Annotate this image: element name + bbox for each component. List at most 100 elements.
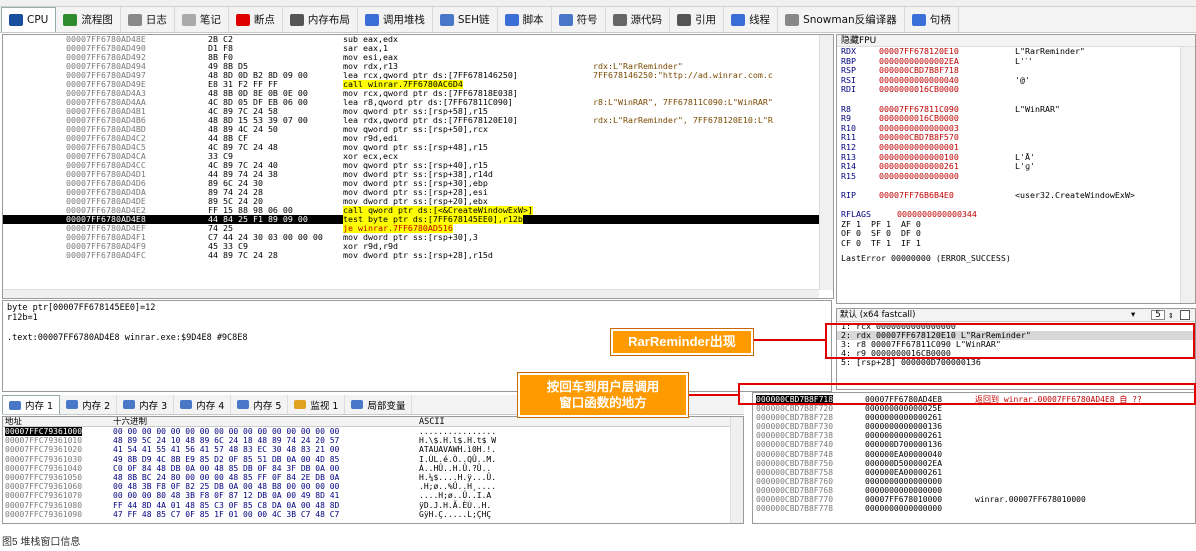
- flags-row[interactable]: CF 0 TF 1 IF 1: [837, 238, 1195, 249]
- stack-row[interactable]: 000000CBD7B8F748 000000EA00000040: [753, 450, 1195, 459]
- dump-a: 00007FFC79361060: [5, 482, 83, 492]
- stack-row[interactable]: 000000CBD7B8F778 0000000000000000: [753, 504, 1195, 513]
- tab-2[interactable]: 日志: [121, 7, 175, 32]
- tab-5[interactable]: 内存布局: [283, 7, 358, 32]
- stack-row[interactable]: 000000CBD7B8F768 0000000000000000: [753, 486, 1195, 495]
- dump-row[interactable]: 00007FFC79361060 00 48 3B F8 0F 82 25 DB …: [3, 482, 743, 491]
- dump-row[interactable]: 00007FFC79361000 00 00 00 00 00 00 00 00 …: [3, 427, 743, 437]
- register-c: <user32.CreateWindowExW>: [1015, 189, 1135, 200]
- dump-a: 00007FFC79361070: [5, 491, 83, 501]
- registers-pane[interactable]: 隐藏FPU RDX 00007FF678120E10 L"RarReminder" R…: [836, 34, 1196, 304]
- stack-pane[interactable]: 000000CBD7B8F718 00007FF6780AD4E8 返回到 winr…: [752, 392, 1196, 524]
- register-row[interactable]: RIP 00007FF76B6B4E0 <user32.CreateWindowEx…: [837, 189, 1195, 201]
- stack-row[interactable]: 000000CBD7B8F730 0000000000000136: [753, 422, 1195, 431]
- dump-tab-2[interactable]: 内存 3: [117, 395, 175, 414]
- stack-a: 000000CBD7B8F760: [756, 476, 834, 486]
- dump-tab-5[interactable]: 监视 1: [288, 395, 346, 414]
- disasm-bytes: 44 89 7C 24 28: [208, 250, 278, 260]
- stack-a: 000000CBD7B8F738: [756, 431, 834, 441]
- tab-label: Snowman反编译器: [803, 14, 897, 26]
- stack-row[interactable]: 000000CBD7B8F740 000000D700000136: [753, 440, 1195, 449]
- dump-row[interactable]: 00007FFC79361030 49 8B D9 4C 8B E9 85 D2 …: [3, 455, 743, 464]
- tab-9[interactable]: 符号: [552, 7, 606, 32]
- dump-scrollbar[interactable]: [730, 417, 743, 523]
- stack-row[interactable]: 000000CBD7B8F720 000000000000025E: [753, 404, 1195, 413]
- locals-icon: [351, 400, 364, 409]
- tab-13[interactable]: Snowman反编译器: [778, 7, 905, 32]
- tab-4[interactable]: 断点: [229, 7, 283, 32]
- arg-count-field[interactable]: 5: [1151, 310, 1165, 320]
- dump-tab-0[interactable]: 内存 1: [2, 395, 61, 414]
- dump-row[interactable]: 00007FFC79361090 47 FF 48 85 C7 0F 85 1F …: [3, 510, 743, 519]
- last-error: LastError 00000000 (ERROR_SUCCESS): [841, 253, 1011, 264]
- dump-h: 47 FF 48 85 C7 0F 85 1F 01 00 00 4C 3B C…: [113, 509, 340, 519]
- tab-12[interactable]: 线程: [724, 7, 779, 32]
- dump-row[interactable]: 00007FFC79361020 41 54 41 55 41 56 41 57 …: [3, 445, 743, 454]
- stack-row[interactable]: 000000CBD7B8F758 000000EA00000261: [753, 468, 1195, 477]
- register-row[interactable]: R15 0000000000000000: [837, 170, 1195, 182]
- dump-row[interactable]: 00007FFC79361050 48 8B BC 24 80 00 00 00 …: [3, 473, 743, 482]
- tab-10[interactable]: 源代码: [606, 7, 671, 32]
- disassembly-horizontal-scrollbar[interactable]: [3, 289, 819, 298]
- stack-c: winrar.00007FF678010000: [975, 495, 1086, 505]
- tab-8[interactable]: 脚本: [498, 7, 552, 32]
- call-stack-icon: [364, 13, 379, 26]
- call-convention-select[interactable]: 默认 (x64 fastcall): [840, 310, 915, 320]
- dump-row[interactable]: 00007FFC79361070 00 00 00 80 48 3B F8 0F …: [3, 491, 743, 500]
- breakpoint-icon: [235, 13, 250, 26]
- dump-h: FF 44 8D 4A 01 48 85 C3 0F 85 C8 DA 0A 0…: [113, 500, 340, 510]
- rar-reminder-highlight-box: [825, 323, 1195, 359]
- dump-a: 00007FFC79361030: [5, 454, 83, 464]
- dump-row[interactable]: 00007FFC79361010 48 89 5C 24 10 48 89 6C …: [3, 436, 743, 445]
- tab-3[interactable]: 笔记: [175, 7, 229, 32]
- graph-icon: [63, 13, 78, 26]
- stack-row[interactable]: 000000CBD7B8F738 0000000000000261: [753, 431, 1195, 440]
- tab-7[interactable]: SEH链: [433, 7, 498, 32]
- dump-row[interactable]: 00007FFC79361080 FF 44 8D 4A 01 48 85 C3 …: [3, 501, 743, 510]
- register-row[interactable]: RDI 0000000016CB0000: [837, 85, 1195, 95]
- dump-tab-6[interactable]: 局部变量: [345, 395, 413, 414]
- tab-label: 断点: [253, 14, 275, 26]
- registers-scrollbar[interactable]: [1180, 47, 1195, 303]
- dump-a: 00007FFC79361010: [5, 436, 83, 446]
- tab-1[interactable]: 流程图: [56, 7, 121, 32]
- stack-row[interactable]: 000000CBD7B8F760 0000000000000000: [753, 477, 1195, 486]
- dump-tab-label: 内存 5: [253, 400, 282, 412]
- register-c: L"WinRAR": [1015, 103, 1060, 114]
- disassembly-pane[interactable]: 00007FF6780AD48E 2B C2 sub eax,edx 00007FF6…: [2, 34, 834, 299]
- chevron-down-icon[interactable]: ▾: [1131, 309, 1135, 322]
- tab-14[interactable]: 句柄: [905, 7, 959, 32]
- dump-a: 00007FFC79361040: [5, 463, 83, 473]
- dump-header: 地址 十六进制 ASCII: [3, 417, 743, 427]
- register-row[interactable]: [837, 201, 1195, 211]
- stack-row[interactable]: 000000CBD7B8F750 000000D5000002EA: [753, 459, 1195, 468]
- dump-a: 00007FFC79361020: [5, 445, 83, 455]
- call-arg-row[interactable]: 5: [rsp+28] 000000D700000136: [837, 358, 1195, 367]
- dump-rows: 00007FFC79361000 00 00 00 00 00 00 00 00 …: [3, 427, 743, 519]
- tab-11[interactable]: 引用: [670, 7, 725, 32]
- dump-tab-3[interactable]: 内存 4: [174, 395, 232, 414]
- tab-label: 内存布局: [307, 14, 350, 26]
- lock-checkbox[interactable]: [1180, 310, 1190, 320]
- register-v: 0000000016CB0000: [879, 84, 959, 95]
- register-c: L'ˊ': [1015, 55, 1033, 66]
- stack-v: 000000EA00000040: [865, 449, 943, 459]
- call-convention-header: 默认 (x64 fastcall) ▾ 5 ⇕: [837, 309, 1195, 322]
- stack-row[interactable]: 000000CBD7B8F770 00007FF678010000 winrar.0…: [753, 495, 1195, 504]
- disasm-row[interactable]: 00007FF6780AD4FC 44 89 7C 24 28 mov dword …: [3, 251, 833, 260]
- dump-row[interactable]: 00007FFC79361040 C0 0F 84 48 DB 0A 00 48 …: [3, 464, 743, 473]
- spinner-icon[interactable]: ⇕: [1168, 310, 1174, 323]
- disassembly-vertical-scrollbar[interactable]: [819, 35, 833, 290]
- register-n: R15: [841, 170, 856, 181]
- dump-header-ascii: ASCII: [419, 417, 445, 427]
- dump-tab-4[interactable]: 内存 5: [231, 395, 289, 414]
- dump-tab-1[interactable]: 内存 2: [60, 395, 118, 414]
- dump-c: I.ÙL.é.Ò..QÛ..M.: [419, 454, 497, 464]
- tab-6[interactable]: 调用堆栈: [358, 7, 433, 32]
- dump-c: ATAUAVAWH.ì0H.!.: [419, 445, 497, 455]
- dump-c: .H;ø..%Û..H¸....: [419, 482, 497, 492]
- stack-row[interactable]: 000000CBD7B8F728 0000000000000261: [753, 413, 1195, 422]
- memory-dump-pane[interactable]: 地址 十六进制 ASCII 00007FFC79361000 00 00 00 0…: [2, 416, 744, 524]
- dump-c: À..HÛ..H.Û.?Û..: [419, 463, 492, 473]
- tab-0[interactable]: CPU: [1, 7, 57, 32]
